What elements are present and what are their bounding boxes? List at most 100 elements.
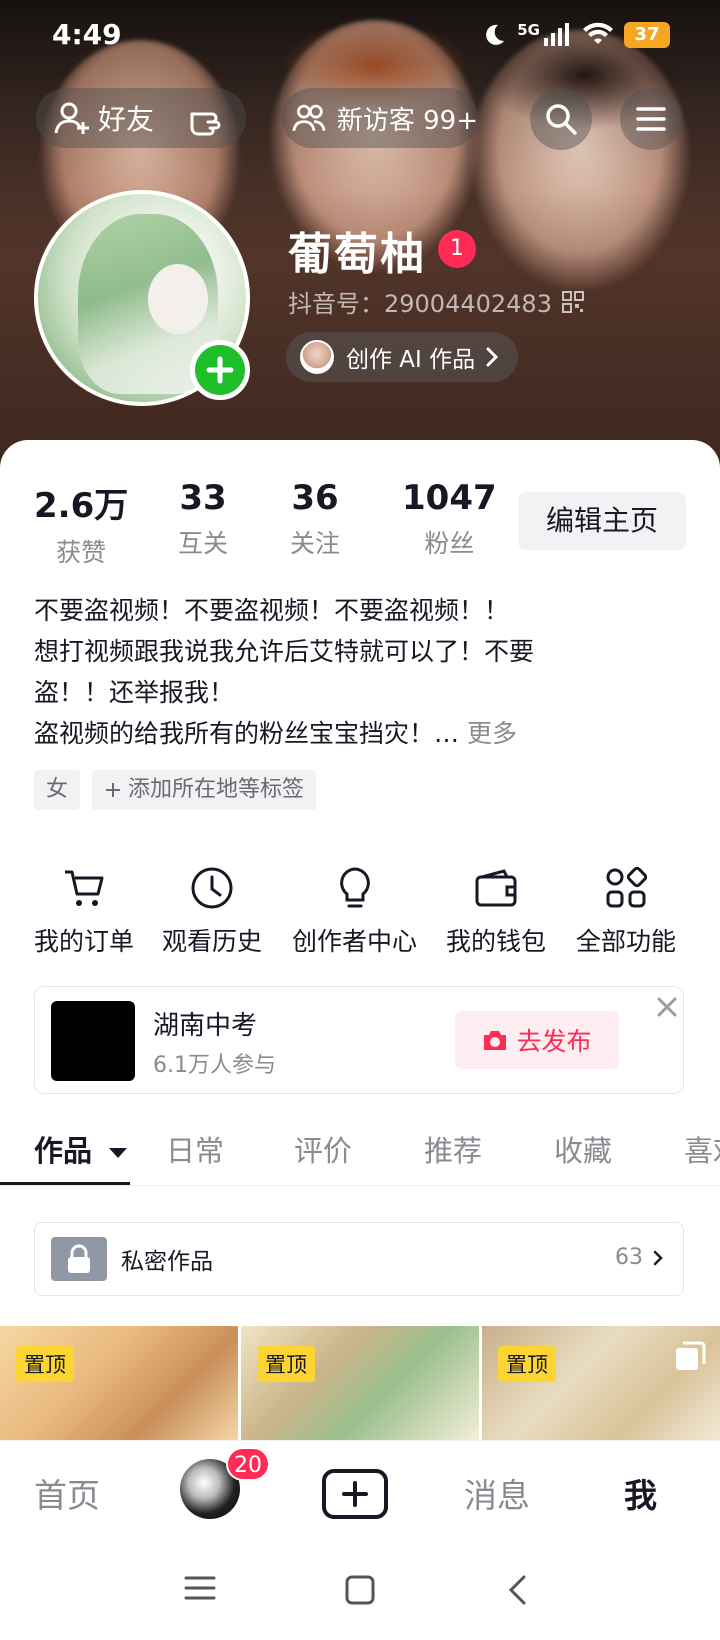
my-wallet-label: 我的钱包 [446, 927, 547, 956]
add-friends-label: 好友 [98, 103, 155, 136]
nav-create-button[interactable] [322, 1469, 388, 1519]
create-ai-works-button[interactable]: 创作 AI 作品 [286, 332, 518, 382]
add-friends-button[interactable]: 好友 [36, 88, 246, 148]
pinned-badge: 置顶 [16, 1346, 74, 1382]
topic-card[interactable]: 湖南中考 6.1万人参与 去发布 [34, 986, 684, 1094]
private-works-thumbnail [51, 1237, 107, 1281]
back-icon[interactable] [506, 1574, 528, 1606]
hamburger-icon [636, 107, 666, 131]
bio-line-1: 不要盗视频！不要盗视频！不要盗视频！！ [34, 596, 510, 625]
video-thumbnail[interactable]: 置顶 [241, 1326, 479, 1440]
new-visitors-button[interactable]: 新访客 99+ [282, 88, 478, 148]
battery-indicator: 37 [624, 22, 670, 48]
moon-icon [486, 24, 505, 45]
lock-icon [68, 1244, 90, 1273]
status-icons: 5G 37 [481, 21, 670, 48]
stat-mutual[interactable]: 33 互关 [178, 478, 228, 560]
bulb-icon [339, 867, 370, 908]
publish-label: 去发布 [516, 1027, 592, 1056]
camera-icon [484, 1031, 507, 1050]
nav-me[interactable]: 我 [624, 1469, 657, 1517]
plus-icon [106, 783, 121, 797]
status-time: 4:49 [52, 18, 122, 51]
chevron-right-icon [653, 1250, 663, 1265]
profile-card: 2.6万 获赞 33 互关 36 关注 1047 粉丝 编辑主页 不要盗视频！不… [0, 440, 720, 1440]
tab-recommend[interactable]: 推荐 [424, 1128, 482, 1170]
watch-history-label: 观看历史 [162, 927, 263, 956]
bio-line-2: 想打视频跟我说我允许后艾特就可以了！不要 [34, 637, 535, 666]
create-ai-works-label: 创作 AI 作品 [346, 347, 476, 373]
nav-home[interactable]: 首页 [34, 1469, 100, 1517]
video-thumbnail[interactable]: 置顶 [0, 1326, 238, 1440]
stat-mutual-label: 互关 [178, 529, 229, 558]
tab-works[interactable]: 作品 [34, 1128, 128, 1170]
plus-icon [206, 356, 234, 384]
apps-icon [606, 867, 647, 908]
bio[interactable]: 不要盗视频！不要盗视频！不要盗视频！！ 想打视频跟我说我允许后艾特就可以了！不要… [34, 590, 674, 754]
bio-line-4: 盗视频的给我所有的粉丝宝宝挡灾！… [34, 719, 460, 748]
publish-button[interactable]: 去发布 [455, 1011, 619, 1069]
private-works-row[interactable]: 私密作品 63 [34, 1222, 684, 1296]
function-shortcuts: 我的订单 观看历史 创作者中心 我的钱包 全部功能 [0, 860, 720, 960]
stat-followers-value: 1047 [402, 478, 497, 518]
gender-tag: 女 [34, 770, 81, 810]
edit-profile-button[interactable]: 编辑主页 [518, 492, 686, 550]
profile-tags: 女 添加所在地等标签 [34, 770, 317, 810]
multi-image-icon [676, 1341, 706, 1370]
stat-likes-value: 2.6万 [34, 486, 129, 526]
stat-likes-label: 获赞 [56, 538, 107, 567]
private-works-count-row: 63 [615, 1245, 663, 1270]
menu-button[interactable] [620, 88, 682, 150]
watch-history-button[interactable]: 观看历史 [162, 860, 262, 958]
creator-center-button[interactable]: 创作者中心 [292, 860, 417, 958]
nickname: 葡萄柚 [288, 229, 426, 280]
topic-title: 湖南中考 [153, 1011, 258, 1041]
all-functions-label: 全部功能 [576, 927, 677, 956]
nav-messages[interactable]: 消息 [464, 1469, 530, 1517]
tab-works-label: 作品 [34, 1134, 93, 1168]
all-functions-button[interactable]: 全部功能 [576, 860, 676, 958]
cart-icon [65, 870, 104, 906]
my-orders-label: 我的订单 [34, 927, 135, 956]
douyin-id[interactable]: 抖音号：29004402483 [288, 284, 584, 319]
video-thumbnail[interactable]: 置顶 [482, 1326, 720, 1440]
ai-avatar-thumbnail [300, 340, 334, 374]
add-tags-label: 添加所在地等标签 [128, 777, 305, 802]
topic-participants: 6.1万人参与 [153, 1053, 276, 1078]
system-navigation-bar [0, 1550, 720, 1640]
chevron-right-icon [486, 347, 499, 367]
stat-likes[interactable]: 2.6万 获赞 [34, 478, 128, 569]
pinned-badge: 置顶 [498, 1346, 556, 1382]
tab-likes[interactable]: 喜欢 [684, 1128, 720, 1170]
stat-following-label: 关注 [290, 529, 341, 558]
avatar-add-button[interactable] [190, 340, 250, 400]
my-orders-button[interactable]: 我的订单 [34, 860, 134, 958]
status-bar: 4:49 5G 37 [0, 18, 720, 58]
content-tabs: 作品 日常 评价 推荐 收藏 喜欢 [0, 1120, 720, 1186]
home-icon[interactable] [344, 1574, 376, 1606]
nickname-badge[interactable]: 1 [438, 230, 476, 268]
bio-more-link[interactable]: 更多 [467, 719, 517, 748]
stat-following[interactable]: 36 关注 [290, 478, 340, 560]
tab-favorites[interactable]: 收藏 [554, 1128, 612, 1170]
my-wallet-button[interactable]: 我的钱包 [446, 860, 546, 958]
private-works-count: 63 [615, 1245, 643, 1270]
add-tags-button[interactable]: 添加所在地等标签 [92, 770, 317, 810]
profile-header: 4:49 5G 37 好友 新访客 99+ 葡萄柚 1 抖音号：29004402… [0, 0, 720, 470]
pointing-hand-icon[interactable] [188, 100, 228, 136]
stat-followers[interactable]: 1047 粉丝 [402, 478, 497, 560]
signal-icon [544, 23, 569, 46]
nav-friends-badge: 20 [226, 1447, 270, 1481]
tab-daily[interactable]: 日常 [166, 1128, 224, 1170]
close-icon[interactable] [655, 995, 679, 1019]
add-friend-icon [54, 102, 89, 134]
search-icon [546, 104, 577, 135]
pinned-badge: 置顶 [257, 1346, 315, 1382]
tab-reviews[interactable]: 评价 [294, 1128, 352, 1170]
plus-icon [342, 1481, 368, 1507]
creator-center-label: 创作者中心 [292, 927, 418, 956]
wallet-icon [475, 869, 517, 907]
video-grid: 置顶 置顶 置顶 [0, 1326, 720, 1440]
search-button[interactable] [530, 88, 592, 150]
recent-apps-icon[interactable] [184, 1574, 216, 1602]
